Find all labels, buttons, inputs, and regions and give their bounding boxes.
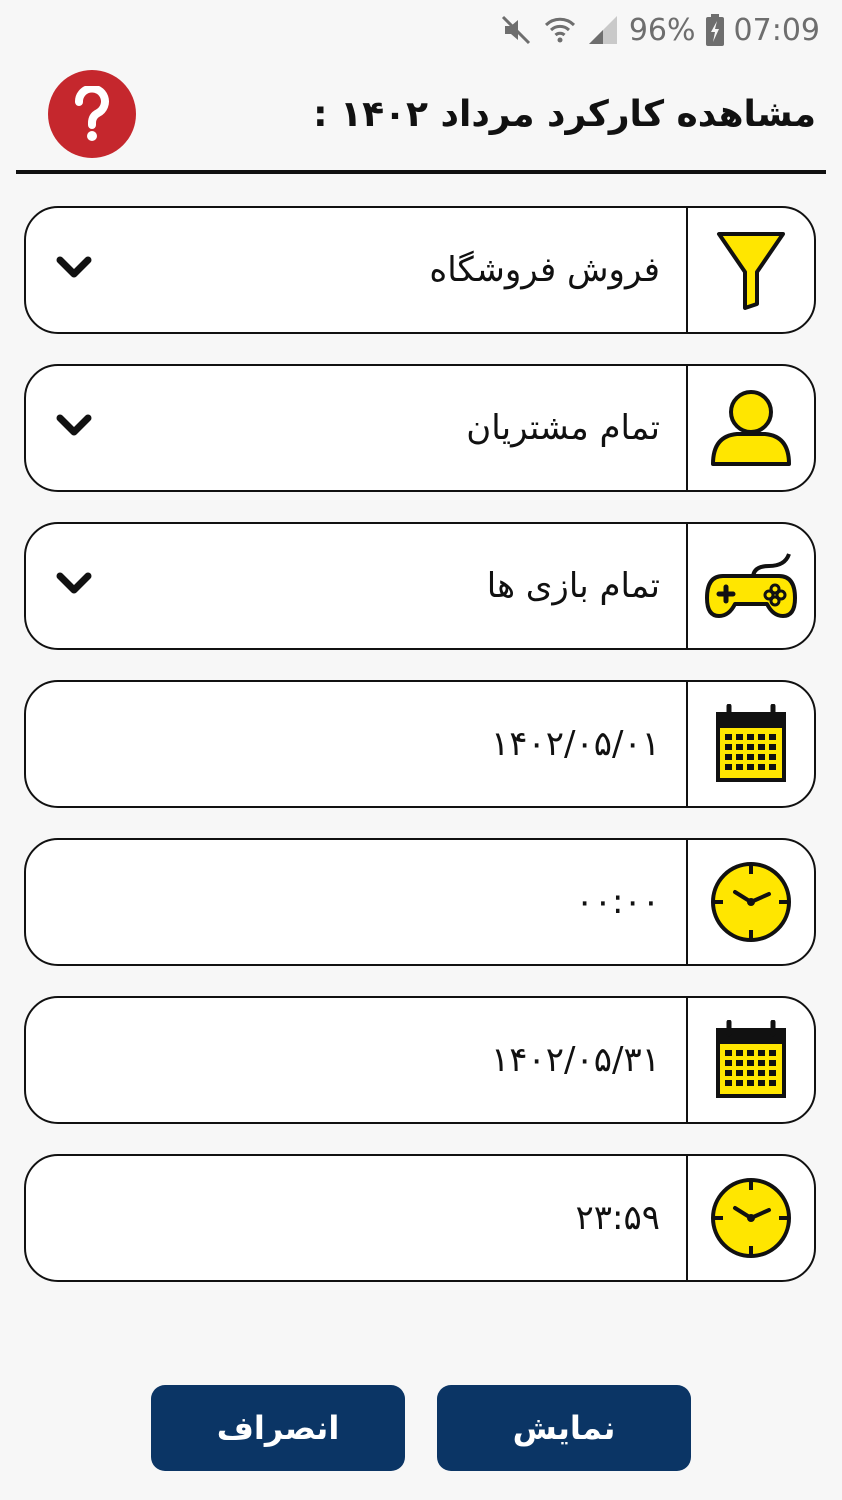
- clock-time: 07:09: [733, 12, 820, 48]
- game-value: تمام بازی ها: [486, 566, 660, 606]
- customer-value: تمام مشتریان: [466, 408, 660, 448]
- calendar-icon: [716, 704, 786, 782]
- signal-icon: [587, 14, 619, 46]
- chevron-down-icon: [56, 256, 92, 284]
- mute-icon: [499, 13, 533, 47]
- status-bar: 96% 07:09: [0, 0, 842, 60]
- page-title: مشاهده کارکرد مرداد ۱۴۰۲ :: [313, 94, 816, 135]
- clock-icon: [711, 862, 791, 942]
- customer-select[interactable]: تمام مشتریان: [24, 364, 816, 492]
- gamepad-icon: [705, 553, 797, 618]
- start-time-value: ۰۰:۰۰: [575, 882, 660, 922]
- end-date-value: ۱۴۰۲/۰۵/۳۱: [490, 1040, 660, 1080]
- question-mark-icon: [75, 86, 109, 141]
- help-button[interactable]: [48, 70, 136, 158]
- show-button[interactable]: نمایش: [437, 1385, 691, 1471]
- user-icon: [711, 390, 791, 466]
- calendar-icon: [716, 1020, 786, 1098]
- start-time-field[interactable]: ۰۰:۰۰: [24, 838, 816, 966]
- header-divider: [16, 170, 826, 174]
- battery-percent: 96%: [628, 12, 696, 48]
- chevron-down-icon: [56, 414, 92, 442]
- cancel-button[interactable]: انصراف: [151, 1385, 405, 1471]
- report-type-select[interactable]: فروش فروشگاه: [24, 206, 816, 334]
- header: مشاهده کارکرد مرداد ۱۴۰۲ :: [0, 60, 842, 172]
- funnel-icon: [717, 232, 785, 310]
- battery-icon: [705, 14, 724, 46]
- report-type-value: فروش فروشگاه: [429, 250, 660, 290]
- clock-icon: [711, 1178, 791, 1258]
- end-time-value: ۲۳:۵۹: [575, 1198, 660, 1238]
- end-date-field[interactable]: ۱۴۰۲/۰۵/۳۱: [24, 996, 816, 1124]
- start-date-value: ۱۴۰۲/۰۵/۰۱: [490, 724, 660, 764]
- end-time-field[interactable]: ۲۳:۵۹: [24, 1154, 816, 1282]
- start-date-field[interactable]: ۱۴۰۲/۰۵/۰۱: [24, 680, 816, 808]
- chevron-down-icon: [56, 572, 92, 600]
- wifi-icon: [543, 13, 577, 47]
- game-select[interactable]: تمام بازی ها: [24, 522, 816, 650]
